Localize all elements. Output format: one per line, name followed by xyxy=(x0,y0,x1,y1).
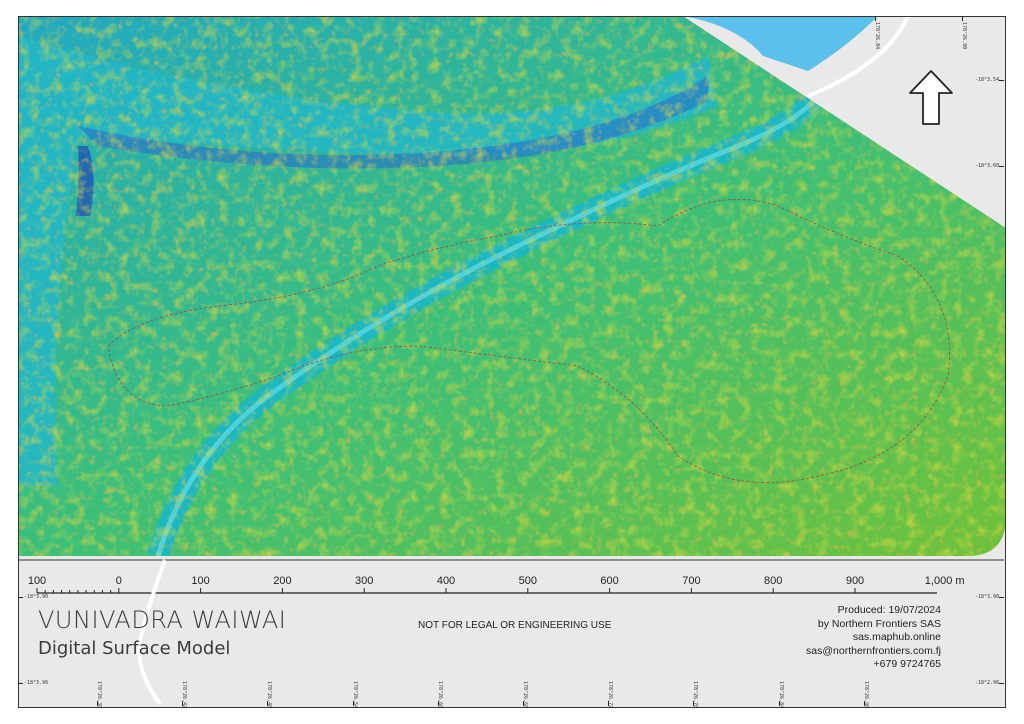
producer-name: by Northern Frontiers SAS xyxy=(817,617,941,630)
produced-date: Produced: 19/07/2024 xyxy=(837,604,941,616)
map-subtitle: Digital Surface Model xyxy=(38,638,231,659)
credits-block: Produced: 19/07/2024 by Northern Frontie… xyxy=(806,604,941,672)
email-link[interactable]: sas@northernfrontiers.com.fj xyxy=(806,645,941,659)
map-title: VUNIVADRA WAIWAI xyxy=(38,606,287,634)
phone-number: +679 9724765 xyxy=(873,658,941,670)
disclaimer-text: NOT FOR LEGAL OR ENGINEERING USE xyxy=(418,620,612,631)
website-link[interactable]: sas.maphub.online xyxy=(806,631,941,645)
